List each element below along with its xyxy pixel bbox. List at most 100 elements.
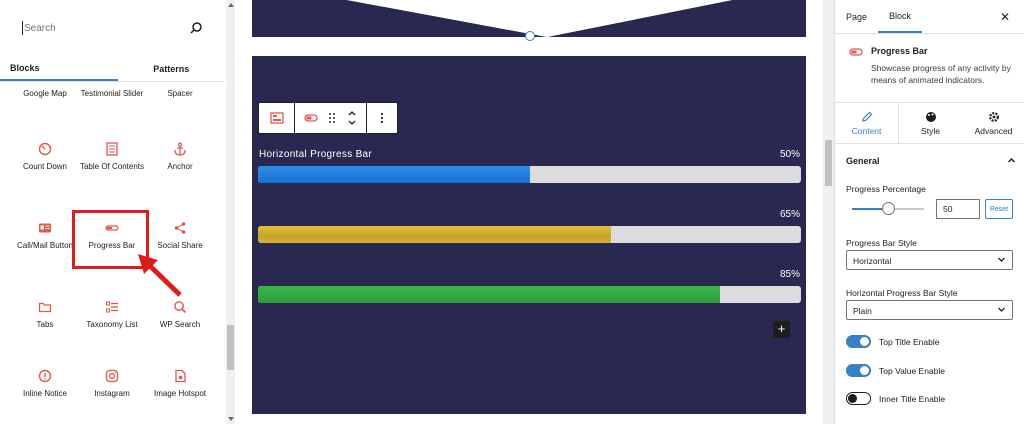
- chevron-down-icon: [998, 257, 1005, 262]
- block-toolbar: [258, 102, 398, 134]
- block-search-box[interactable]: Search: [10, 10, 215, 46]
- share-icon: [174, 222, 186, 234]
- block-testimonial-slider[interactable]: Testimonial Slider: [77, 89, 147, 99]
- block-tabs[interactable]: Tabs: [10, 300, 80, 330]
- tab-block[interactable]: Block: [878, 0, 923, 33]
- progress-bar-style-select[interactable]: Horizontal: [846, 250, 1013, 270]
- slider-handle[interactable]: [882, 202, 895, 215]
- progress-bar-icon: [304, 114, 318, 122]
- list-icon: [106, 301, 118, 313]
- progress-bar-style-label: Progress Bar Style: [846, 238, 917, 248]
- more-options-button[interactable]: [367, 103, 397, 133]
- progress-track-1: [258, 166, 801, 183]
- move-up-down-icon[interactable]: [347, 109, 357, 127]
- block-table-of-contents[interactable]: Table Of Contents: [77, 142, 147, 172]
- top-title-label: Top Title Enable: [879, 337, 940, 347]
- toggle-knob: [860, 366, 869, 375]
- sidebar-tabs: Page Block: [835, 0, 1024, 34]
- progress-value-2: 65%: [779, 209, 800, 220]
- block-instagram[interactable]: Instagram: [77, 369, 147, 399]
- progress-fill-1: [258, 166, 530, 183]
- settings-sidebar: Page Block ✕ Progress Bar Showcase progr…: [834, 0, 1024, 424]
- tab-style[interactable]: Style: [899, 103, 962, 143]
- chevron-down-icon: [998, 307, 1005, 312]
- editor-canvas: Horizontal Progress Bar 50% 65% 85% +: [235, 0, 823, 424]
- pencil-icon: [861, 111, 872, 122]
- scroll-down-icon[interactable]: [228, 417, 234, 421]
- block-call-mail-button[interactable]: Call/Mail Button: [10, 221, 80, 251]
- horizontal-style-select[interactable]: Plain: [846, 300, 1013, 320]
- text-caret: [22, 21, 23, 35]
- anchor-icon: [174, 142, 186, 156]
- progress-bar-title: Horizontal Progress Bar: [259, 149, 373, 160]
- kebab-menu-icon: [380, 112, 384, 124]
- chevron-up-icon: [1008, 158, 1015, 163]
- canvas-scrollbar[interactable]: [823, 0, 834, 424]
- progress-fill-2: [258, 226, 611, 243]
- progress-bar-icon: [849, 48, 863, 56]
- resize-handle[interactable]: [525, 31, 535, 41]
- toc-icon: [106, 142, 118, 156]
- contact-card-icon: [39, 223, 51, 233]
- editor-root: Search Blocks Patterns Google Map Testim…: [0, 0, 1024, 424]
- block-count-down[interactable]: Count Down: [10, 142, 80, 172]
- block-type-button[interactable]: [259, 103, 295, 133]
- gear-icon: [988, 112, 999, 122]
- block-inline-notice[interactable]: Inline Notice: [10, 369, 80, 399]
- tab-blocks[interactable]: Blocks: [0, 56, 118, 81]
- block-social-share[interactable]: Social Share: [145, 221, 215, 251]
- scroll-up-icon[interactable]: [228, 3, 234, 7]
- block-type-icon: [269, 112, 284, 124]
- inner-title-label: Inner Title Enable: [879, 394, 946, 404]
- search-input[interactable]: Search: [24, 23, 189, 34]
- block-taxonomy-list[interactable]: Taxonomy List: [77, 300, 147, 330]
- progress-track-3: [258, 286, 801, 303]
- close-icon[interactable]: ✕: [1000, 10, 1010, 24]
- reset-button[interactable]: Reset: [985, 199, 1013, 219]
- alert-icon: [38, 369, 52, 383]
- search-icon[interactable]: [189, 21, 203, 35]
- block-wp-search[interactable]: WP Search: [145, 300, 215, 330]
- block-google-map[interactable]: Google Map: [10, 89, 80, 99]
- top-title-toggle[interactable]: [846, 335, 871, 348]
- toggle-knob: [848, 394, 857, 403]
- block-move-controls: [295, 103, 367, 133]
- pointer-arrow-icon: [138, 254, 182, 297]
- block-name: Progress Bar: [871, 46, 928, 56]
- scroll-thumb[interactable]: [825, 140, 832, 186]
- palette-icon: [925, 112, 936, 122]
- inner-title-toggle[interactable]: [846, 392, 871, 405]
- block-description: Showcase progress of any activity by mea…: [871, 63, 1011, 85]
- progress-slider[interactable]: [852, 202, 924, 215]
- search-zoom-icon: [174, 301, 187, 314]
- tab-advanced[interactable]: Advanced: [962, 103, 1024, 143]
- block-inserter-panel: Search Blocks Patterns Google Map Testim…: [0, 0, 235, 424]
- general-section-header[interactable]: General: [846, 156, 1016, 166]
- horizontal-style-label: Horizontal Progress Bar Style: [846, 288, 958, 298]
- instagram-icon: [105, 369, 119, 383]
- top-value-toggle[interactable]: [846, 364, 871, 377]
- progress-fill-3: [258, 286, 720, 303]
- block-spacer[interactable]: Spacer: [145, 89, 215, 99]
- progress-value-1: 50%: [779, 149, 800, 160]
- hotspot-icon: [175, 369, 186, 383]
- add-block-button[interactable]: +: [773, 321, 790, 338]
- top-value-label: Top Value Enable: [879, 366, 946, 376]
- progress-value-3: 85%: [779, 269, 800, 280]
- scroll-thumb[interactable]: [227, 325, 234, 370]
- countdown-icon: [38, 142, 52, 156]
- block-anchor[interactable]: Anchor: [145, 142, 215, 172]
- drag-handle-icon[interactable]: [328, 112, 336, 124]
- block-image-hotspot[interactable]: Image Hotspot: [145, 369, 215, 399]
- tab-patterns[interactable]: Patterns: [118, 56, 226, 81]
- panel-tabs: Content Style Advanced: [835, 102, 1024, 144]
- inserter-tabs: Blocks Patterns: [0, 56, 225, 82]
- tab-content[interactable]: Content: [835, 103, 899, 143]
- toggle-knob: [860, 337, 869, 346]
- progress-track-2: [258, 226, 801, 243]
- progress-bar-block[interactable]: Horizontal Progress Bar 50% 65% 85% +: [252, 56, 806, 414]
- folder-icon: [38, 302, 52, 313]
- progress-number-input[interactable]: 50: [936, 199, 980, 219]
- inserter-scrollbar[interactable]: [226, 0, 235, 424]
- tab-page[interactable]: Page: [835, 0, 878, 33]
